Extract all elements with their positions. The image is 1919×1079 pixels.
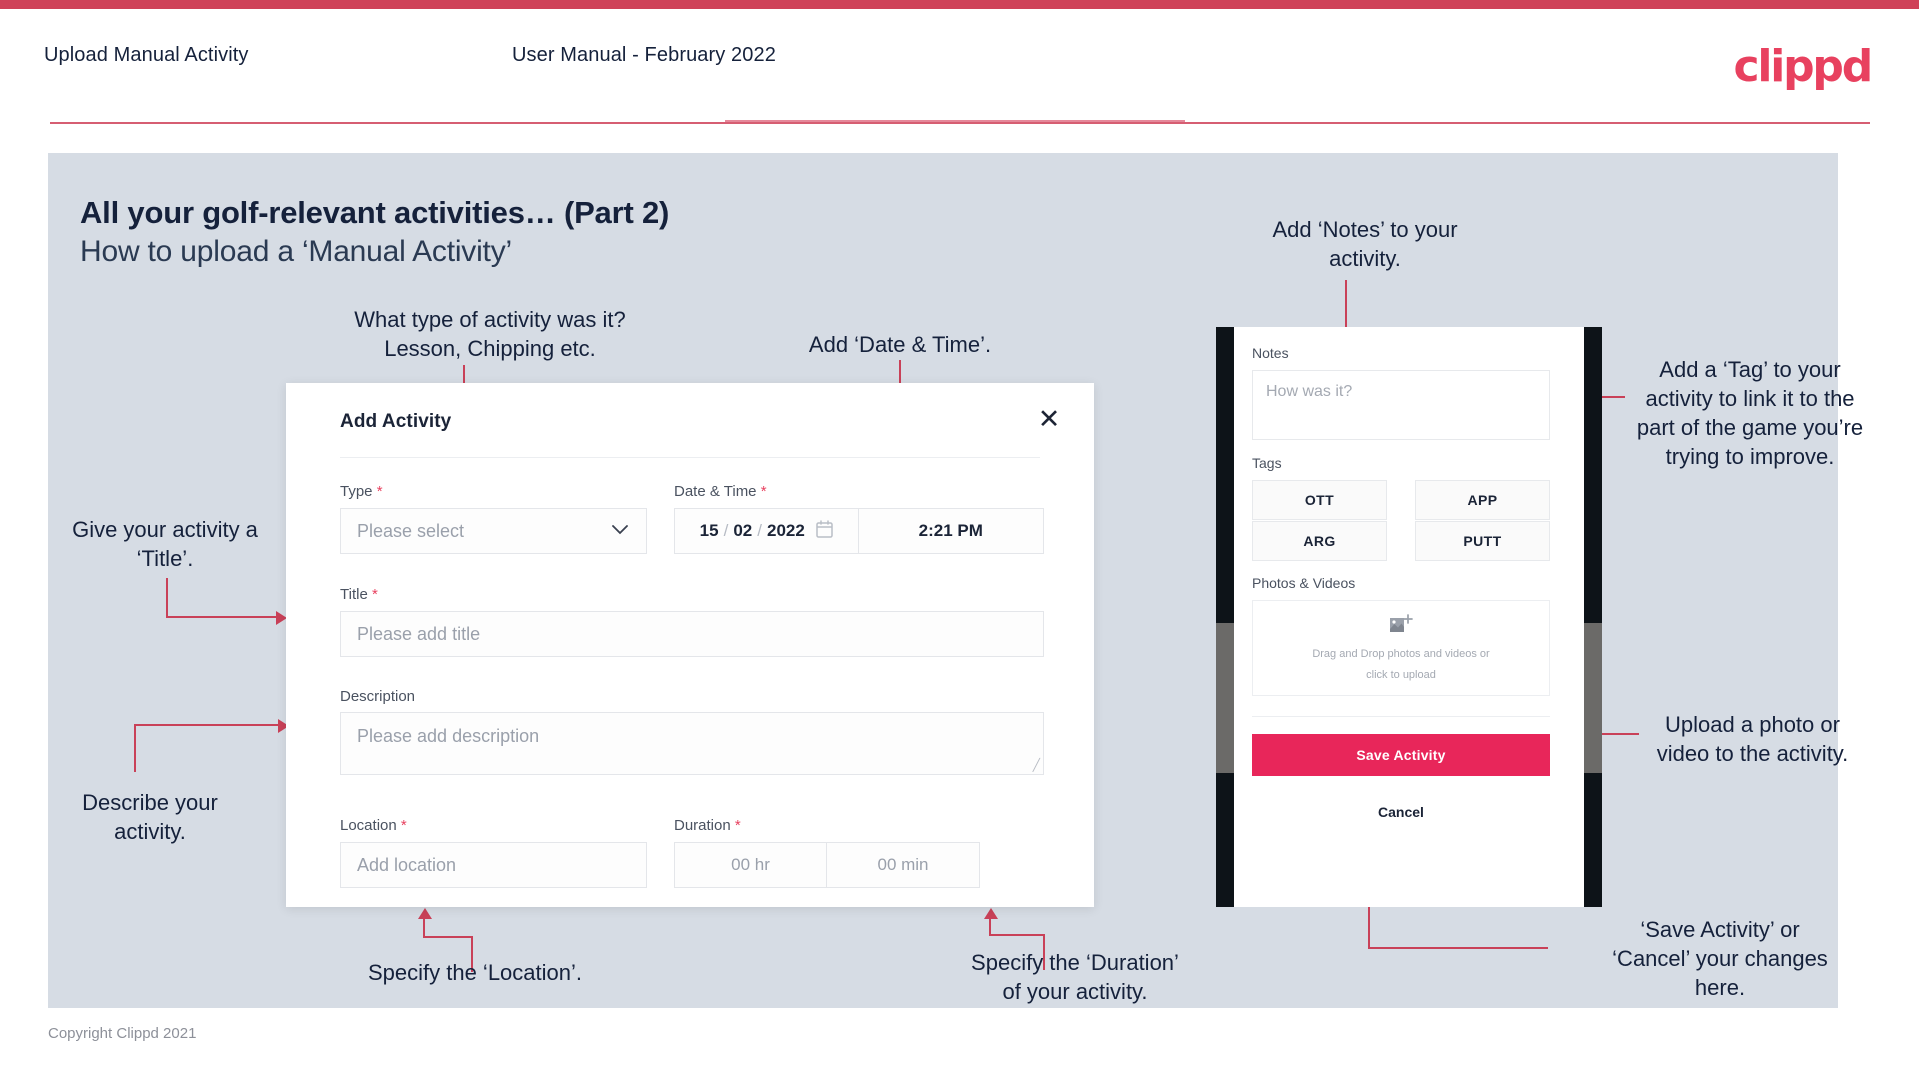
dialog-divider xyxy=(340,457,1040,458)
description-textarea[interactable]: Please add description ╱ xyxy=(340,712,1044,775)
phone-left-bezel xyxy=(1216,327,1234,907)
duration-label: Duration * xyxy=(674,817,741,834)
tags-label: Tags xyxy=(1252,455,1282,471)
add-image-icon xyxy=(1389,613,1413,641)
connector-loc-h xyxy=(423,936,473,938)
dialog-title: Add Activity xyxy=(340,411,452,432)
phone-divider xyxy=(1252,716,1550,717)
connector-title-v xyxy=(166,578,168,618)
header-divider-highlight xyxy=(725,120,1185,122)
required-marker: * xyxy=(372,483,383,500)
required-marker: * xyxy=(730,817,741,834)
dropzone-text-line2: click to upload xyxy=(1366,668,1436,681)
annotation-duration: Specify the ‘Duration’ of your activity. xyxy=(971,950,1179,1004)
notes-textarea[interactable]: How was it? xyxy=(1252,370,1550,440)
tag-putt[interactable]: PUTT xyxy=(1415,521,1550,561)
clippd-logo: clippd xyxy=(1733,41,1873,92)
duration-field: 00 hr 00 min xyxy=(674,842,980,888)
type-placeholder: Please select xyxy=(357,520,465,541)
phone-power-button xyxy=(1584,623,1602,773)
header-subtitle: User Manual - February 2022 xyxy=(512,44,776,66)
title-label: Title * xyxy=(340,586,378,603)
time-input[interactable]: 2:21 PM xyxy=(859,509,1044,553)
date-sep-2: / xyxy=(757,521,762,540)
chevron-down-icon xyxy=(612,522,628,540)
page-title: All your golf-relevant activities… (Part… xyxy=(80,195,670,230)
connector-desc-v xyxy=(134,724,136,772)
phone-right-bezel xyxy=(1584,327,1602,907)
description-label: Description xyxy=(340,688,416,705)
required-marker: * xyxy=(367,586,378,603)
annotation-save: ‘Save Activity’ or ‘Cancel’ your changes… xyxy=(1612,917,1828,1000)
required-marker: * xyxy=(756,483,767,500)
connector-dur-arrow xyxy=(984,908,998,919)
phone-screen: Notes How was it? Tags OTT APP ARG PUTT … xyxy=(1234,327,1584,907)
phone-volume-button xyxy=(1216,623,1234,773)
add-activity-dialog: Add Activity ✕ Type * Please select Date… xyxy=(286,383,1094,907)
datetime-label: Date & Time * xyxy=(674,483,767,500)
photo-dropzone[interactable]: Drag and Drop photos and videos or click… xyxy=(1252,600,1550,696)
type-label: Type * xyxy=(340,483,383,500)
connector-dur-h xyxy=(989,934,1045,936)
location-placeholder: Add location xyxy=(357,854,457,875)
connector-save-h xyxy=(1368,947,1548,949)
required-marker: * xyxy=(396,817,407,834)
annotation-datetime: Add ‘Date & Time’. xyxy=(808,332,992,357)
slide-page: Upload Manual Activity User Manual - Feb… xyxy=(0,0,1919,1079)
duration-minutes-input[interactable]: 00 min xyxy=(827,842,980,888)
top-accent-strip xyxy=(0,0,1919,9)
resize-grip-icon[interactable]: ╱ xyxy=(1033,758,1040,772)
title-placeholder: Please add title xyxy=(357,623,481,644)
phone-mockup: Notes How was it? Tags OTT APP ARG PUTT … xyxy=(1216,327,1602,907)
calendar-icon[interactable] xyxy=(816,519,833,543)
type-select[interactable]: Please select xyxy=(340,508,647,554)
title-input[interactable]: Please add title xyxy=(340,611,1044,657)
connector-loc-v1 xyxy=(423,918,425,938)
connector-loc-arrow xyxy=(418,908,432,919)
annotation-notes: Add ‘Notes’ to your activity. xyxy=(1272,217,1458,271)
header-title: Upload Manual Activity xyxy=(44,44,249,66)
connector-title-h xyxy=(166,616,278,618)
date-year: 2022 xyxy=(766,521,805,540)
date-sep-1: / xyxy=(723,521,729,540)
date-month: 02 xyxy=(733,521,753,540)
copyright-text: Copyright Clippd 2021 xyxy=(48,1025,197,1042)
tag-ott[interactable]: OTT xyxy=(1252,480,1387,520)
cancel-button[interactable]: Cancel xyxy=(1252,804,1550,820)
annotation-type: What type of activity was it? Lesson, Ch… xyxy=(354,307,626,361)
notes-label: Notes xyxy=(1252,345,1289,361)
datetime-field[interactable]: 15 / 02 / 2022 2:21 PM xyxy=(674,508,1044,554)
description-placeholder: Please add description xyxy=(357,726,540,746)
annotation-description: Describe your activity. xyxy=(82,790,218,844)
annotation-upload: Upload a photo or video to the activity. xyxy=(1656,712,1849,766)
location-input[interactable]: Add location xyxy=(340,842,647,888)
dropzone-text-line1: Drag and Drop photos and videos or xyxy=(1312,647,1490,660)
tag-arg[interactable]: ARG xyxy=(1252,521,1387,561)
connector-desc-h xyxy=(134,724,280,726)
annotation-location: Specify the ‘Location’. xyxy=(367,960,583,985)
date-input[interactable]: 15 / 02 / 2022 xyxy=(675,509,859,553)
header-divider xyxy=(50,122,1870,124)
notes-placeholder: How was it? xyxy=(1266,383,1353,400)
date-day: 15 xyxy=(699,521,719,540)
tag-app[interactable]: APP xyxy=(1415,480,1550,520)
photos-label: Photos & Videos xyxy=(1252,575,1356,591)
close-icon[interactable]: ✕ xyxy=(1032,403,1066,437)
annotation-title: Give your activity a ‘Title’. xyxy=(72,517,258,571)
duration-hours-input[interactable]: 00 hr xyxy=(674,842,827,888)
save-activity-button[interactable]: Save Activity xyxy=(1252,734,1550,776)
annotation-tags: Add a ‘Tag’ to your activity to link it … xyxy=(1636,357,1864,469)
page-subtitle: How to upload a ‘Manual Activity’ xyxy=(80,235,512,268)
location-label: Location * xyxy=(340,817,407,834)
